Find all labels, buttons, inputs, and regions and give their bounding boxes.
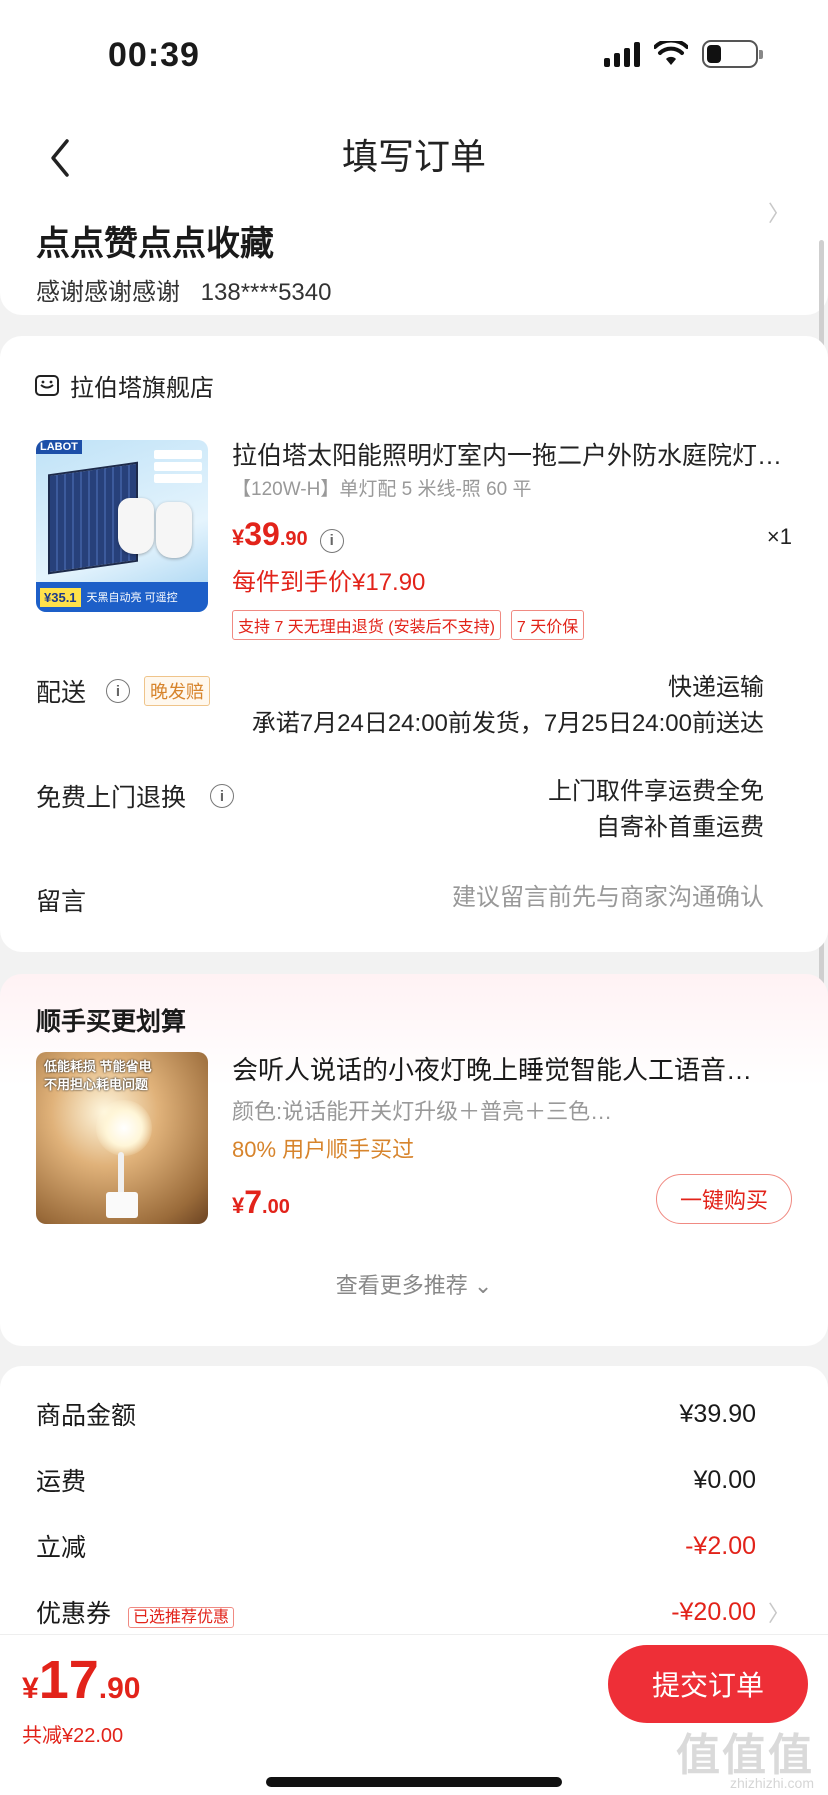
- summary-label-group: 优惠券 已选推荐优惠: [36, 1594, 234, 1630]
- product-image-banner: ¥35.1 天黑自动亮 可遥控: [36, 582, 208, 612]
- one-click-buy-button[interactable]: 一键购买: [656, 1174, 792, 1224]
- summary-value: -¥20.00: [671, 1597, 756, 1626]
- chevron-right-icon: 〉: [767, 1601, 790, 1626]
- return-policy-tag: 支持 7 天无理由退货 (安装后不支持): [232, 610, 501, 640]
- battery-icon: [702, 40, 763, 68]
- shop-name: 拉伯塔旗舰店: [70, 375, 214, 402]
- summary-value: ¥39.90: [679, 1399, 756, 1428]
- product-image-price: ¥35.1: [40, 587, 81, 607]
- shop-card: 拉伯塔旗舰店 LABOT ¥35.1 天黑自动亮 可遥控 拉伯塔太阳能照明灯室内…: [0, 336, 828, 952]
- late-compensation-tag: 晚发赔: [144, 676, 211, 706]
- total-saved[interactable]: 共减¥22.00: [22, 1719, 123, 1748]
- product-price: ¥ 39 .90 i: [232, 516, 344, 553]
- upsell-image-text: 低能耗损 节能省电 不用担心耗电问题: [44, 1058, 152, 1094]
- wifi-icon: [654, 41, 688, 65]
- summary-label: 立减: [36, 1534, 87, 1562]
- delivery-label: 配送: [36, 679, 87, 707]
- return-value: 上门取件享运费全免 自寄补首重运费: [548, 774, 764, 846]
- address-name: 点点赞点点收藏: [36, 225, 274, 263]
- price-protection-tag: 7 天价保: [510, 610, 585, 640]
- delivery-method: 快递运输: [668, 674, 764, 701]
- return-label: 免费上门退换: [36, 784, 187, 812]
- message-label: 留言: [36, 888, 87, 916]
- upsell-title: 顺手买更划算: [36, 1008, 187, 1036]
- product-spec[interactable]: 【120W-H】单灯配 5 米线-照 60 平: [232, 474, 531, 501]
- watermark-url: zhizhizhi.com: [729, 1775, 814, 1791]
- total-price: ¥ 17 .90: [22, 1649, 140, 1711]
- upsell-product-image[interactable]: 低能耗损 节能省电 不用担心耗电问题: [36, 1052, 208, 1224]
- total-decimal: .90: [98, 1672, 141, 1705]
- product-image[interactable]: LABOT ¥35.1 天黑自动亮 可遥控: [36, 440, 208, 612]
- total-currency: ¥: [22, 1672, 39, 1705]
- delivery-label-group: 配送 i 晚发赔: [36, 673, 211, 709]
- final-price: 每件到手价¥17.90: [232, 569, 426, 596]
- shop-header[interactable]: 拉伯塔旗舰店: [34, 368, 214, 403]
- summary-label: 优惠券: [36, 1600, 112, 1628]
- address-contact: 感谢感谢感谢 138****5340: [36, 272, 331, 307]
- night-light-stem: [118, 1152, 124, 1196]
- return-line1: 上门取件享运费全免: [548, 778, 764, 805]
- feature-labels: [154, 450, 202, 483]
- product-brand-badge: LABOT: [36, 440, 82, 454]
- summary-label: 商品金额: [36, 1402, 137, 1430]
- store-icon: [35, 374, 59, 396]
- upsell-product-spec[interactable]: 颜色:说话能开关灯升级＋普亮＋三色…: [232, 1094, 652, 1126]
- price-currency: ¥: [232, 525, 245, 550]
- delivery-value[interactable]: 快递运输 承诺7月24日24:00前发货，7月25日24:00前送达: [252, 670, 764, 742]
- address-card[interactable]: 点点赞点点收藏 感谢感谢感谢 138****5340 〉: [0, 180, 828, 315]
- message-input[interactable]: 建议留言前先与商家沟通确认: [452, 880, 764, 916]
- cellular-signal-icon: [604, 41, 640, 67]
- upsell-card: 顺手买更划算 低能耗损 节能省电 不用担心耗电问题 会听人说话的小夜灯晚上睡觉智…: [0, 974, 828, 1346]
- upsell-image-text-line2: 不用担心耗电问题: [44, 1077, 149, 1092]
- bottom-bar: ¥ 17 .90 共减¥22.00 提交订单 值值值 zhizhizhi.com: [0, 1634, 828, 1795]
- total-integer: 17: [38, 1650, 99, 1710]
- delivery-promise: 承诺7月24日24:00前发货，7月25日24:00前送达: [251, 710, 764, 737]
- bulb-shape: [156, 502, 192, 558]
- upsell-product-title[interactable]: 会听人说话的小夜灯晚上睡觉智能人工语音…: [232, 1050, 792, 1087]
- product-image-slogan: 天黑自动亮 可遥控: [86, 592, 178, 604]
- upsell-image-text-line1: 低能耗损 节能省电: [44, 1059, 152, 1074]
- product-title[interactable]: 拉伯塔太阳能照明灯室内一拖二户外防水庭院灯…: [232, 436, 792, 472]
- upsell-price: ¥ 7 .00: [232, 1184, 290, 1221]
- upsell-price-decimal: .00: [262, 1196, 290, 1218]
- return-info-icon[interactable]: i: [210, 784, 235, 808]
- summary-row-coupon[interactable]: 优惠券 已选推荐优惠 -¥20.00: [36, 1594, 756, 1630]
- upsell-price-integer: 7: [244, 1184, 263, 1220]
- product-quantity[interactable]: ×1: [767, 524, 792, 550]
- price-info-icon[interactable]: i: [319, 528, 344, 553]
- home-indicator[interactable]: [266, 1777, 562, 1787]
- status-icons: [604, 40, 763, 68]
- more-recommendations-link[interactable]: 查看更多推荐 ⌄: [0, 1268, 828, 1300]
- price-integer: 39: [244, 516, 280, 552]
- contact-phone: 138****5340: [200, 279, 332, 306]
- night-light-plug: [106, 1192, 138, 1218]
- summary-label: 运费: [36, 1468, 87, 1496]
- watermark-logo: 值值值: [676, 1731, 814, 1780]
- submit-order-button[interactable]: 提交订单: [608, 1645, 808, 1723]
- night-light-glow: [96, 1100, 152, 1156]
- upsell-bought-rate: 80% 用户顺手买过: [232, 1137, 415, 1162]
- contact-name: 感谢感谢感谢: [36, 279, 180, 306]
- summary-row-goods: 商品金额 ¥39.90: [36, 1396, 756, 1432]
- status-time: 00:39: [108, 36, 200, 74]
- upsell-price-currency: ¥: [232, 1193, 245, 1218]
- return-line2: 自寄补首重运费: [596, 814, 764, 841]
- bulb-shape: [118, 498, 154, 554]
- summary-row-shipping: 运费 ¥0.00: [36, 1462, 756, 1498]
- page-title: 填写订单: [341, 136, 486, 177]
- summary-value: ¥0.00: [693, 1465, 756, 1494]
- coupon-selected-tag: 已选推荐优惠: [127, 1607, 234, 1628]
- status-bar: 00:39: [0, 0, 828, 110]
- price-decimal: .90: [279, 528, 308, 550]
- return-label-group: 免费上门退换 i: [36, 778, 235, 814]
- summary-value: -¥2.00: [685, 1531, 756, 1560]
- chevron-right-icon: 〉: [767, 201, 790, 226]
- service-tags: 支持 7 天无理由退货 (安装后不支持) 7 天价保: [232, 610, 585, 640]
- summary-row-discount: 立减 -¥2.00: [36, 1528, 756, 1564]
- delivery-info-icon[interactable]: i: [106, 679, 131, 703]
